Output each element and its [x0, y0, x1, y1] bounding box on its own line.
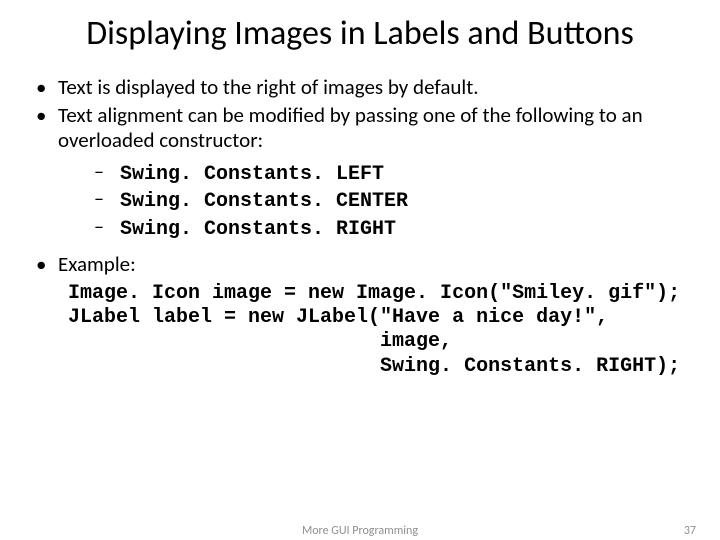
sub-bullet-item: Swing. Constants. LEFT	[58, 160, 690, 187]
footer-title: More GUI Programming	[0, 524, 720, 538]
bullet-text: Text is displayed to the right of images…	[58, 74, 479, 100]
bullet-item: Text alignment can be modified by passin…	[30, 103, 690, 242]
bullet-item: Text is displayed to the right of images…	[30, 75, 690, 101]
sub-bullet-item: Swing. Constants. RIGHT	[58, 215, 690, 242]
bullet-item: Example:	[30, 252, 690, 278]
page-number: 37	[684, 524, 696, 538]
slide: Displaying Images in Labels and Buttons …	[0, 0, 720, 540]
sub-bullet-list: Swing. Constants. LEFT Swing. Constants.…	[58, 160, 690, 242]
code-constant: Swing. Constants. LEFT	[120, 163, 384, 186]
code-constant: Swing. Constants. RIGHT	[120, 218, 396, 241]
bullet-text: Text alignment can be modified by passin…	[58, 102, 643, 154]
sub-bullet-item: Swing. Constants. CENTER	[58, 187, 690, 214]
code-example: Image. Icon image = new Image. Icon("Smi…	[68, 282, 690, 380]
slide-body: Text is displayed to the right of images…	[30, 75, 690, 379]
bullet-list: Text is displayed to the right of images…	[30, 75, 690, 278]
bullet-text: Example:	[58, 251, 136, 277]
code-constant: Swing. Constants. CENTER	[120, 190, 408, 213]
slide-title: Displaying Images in Labels and Buttons	[30, 14, 690, 53]
